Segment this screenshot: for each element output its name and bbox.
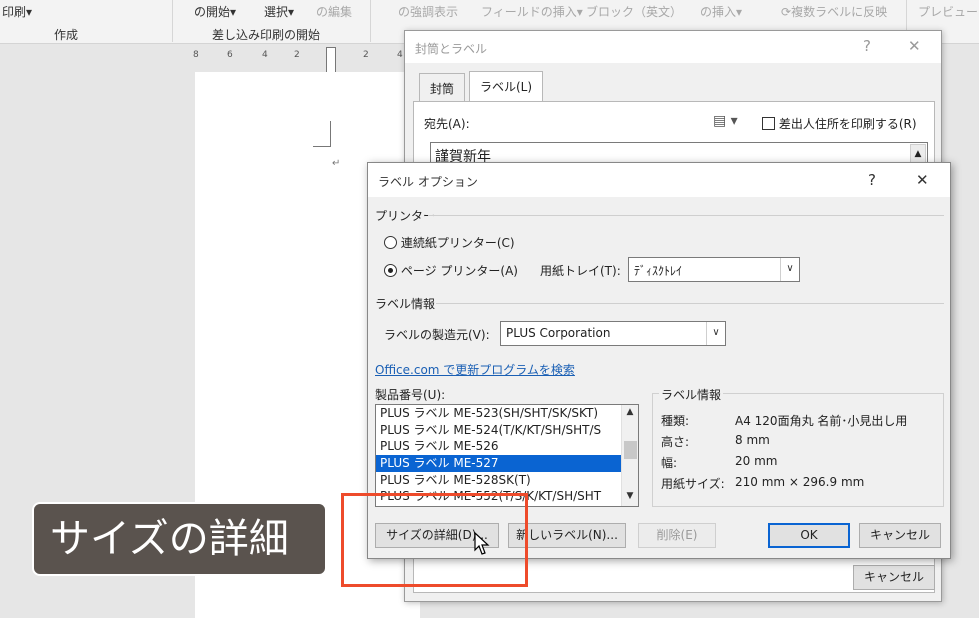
dialog-titlebar: 封筒とラベル ? ✕ bbox=[405, 31, 941, 63]
list-item[interactable]: PLUS ラベル ME-526 bbox=[376, 438, 622, 455]
ruler-tick: 2 bbox=[363, 50, 369, 60]
page-printer-radio[interactable]: ページ プリンター(A) bbox=[384, 262, 518, 279]
scroll-down-icon[interactable]: ▼ bbox=[622, 491, 638, 501]
ruler-tick: 4 bbox=[262, 50, 268, 60]
update-labels-button[interactable]: ⟳複数ラベルに反映 bbox=[781, 3, 887, 20]
group-label-create: 作成 bbox=[54, 28, 79, 42]
print-button[interactable]: 印刷▾ bbox=[2, 3, 32, 20]
preview-results-button[interactable]: プレビュー bbox=[918, 3, 978, 20]
crop-mark bbox=[330, 121, 331, 147]
refresh-icon: ⟳ bbox=[781, 5, 792, 19]
address-block-button[interactable]: ブロック（英文） bbox=[586, 3, 682, 20]
indent-marker[interactable] bbox=[326, 47, 336, 73]
product-list[interactable]: PLUS ラベル ME-523(SH/SHT/SK/SKT) PLUS ラベル … bbox=[375, 404, 639, 507]
info-key-paper-size: 用紙サイズ: bbox=[661, 477, 725, 491]
dialog-title: ラベル オプション bbox=[378, 175, 478, 189]
scrollbar-thumb[interactable] bbox=[624, 441, 637, 459]
list-item-selected[interactable]: PLUS ラベル ME-527 bbox=[376, 455, 622, 472]
edit-recipients-button[interactable]: の編集 bbox=[316, 3, 352, 20]
ruler-tick: 4 bbox=[397, 50, 403, 60]
label-info-section-title: ラベル情報 bbox=[375, 297, 436, 311]
checkbox-icon bbox=[762, 117, 775, 130]
scroll-up-icon[interactable]: ▲ bbox=[622, 407, 638, 417]
info-value-width: 20 mm bbox=[735, 454, 778, 468]
list-item[interactable]: PLUS ラベル ME-523(SH/SHT/SK/SKT) bbox=[376, 405, 622, 422]
info-value-type: A4 120面角丸 名前･小見出し用 bbox=[735, 414, 908, 428]
info-value-paper-size: 210 mm × 296.9 mm bbox=[735, 475, 865, 489]
radio-checked-icon bbox=[384, 264, 397, 277]
print-return-checkbox[interactable]: 差出人住所を印刷する(R) bbox=[762, 115, 917, 132]
radio-unchecked-icon bbox=[384, 236, 397, 249]
ok-button[interactable]: OK bbox=[768, 523, 850, 548]
printer-section-title: プリンター bbox=[375, 209, 436, 223]
dialog-title: 封筒とラベル bbox=[415, 42, 488, 56]
env-cancel-button[interactable]: キャンセル bbox=[853, 565, 935, 590]
product-number-label: 製品番号(U): bbox=[375, 388, 446, 402]
group-separator bbox=[172, 0, 173, 42]
close-button[interactable]: ✕ bbox=[908, 37, 921, 55]
label-info-title: ラベル情報 bbox=[659, 386, 724, 403]
insert-field-button[interactable]: フィールドの挿入▾ bbox=[481, 3, 583, 20]
help-button[interactable]: ? bbox=[868, 171, 876, 189]
insert-merge-field-button[interactable]: の挿入▾ bbox=[700, 3, 742, 20]
address-label: 宛先(A): bbox=[424, 117, 470, 131]
tray-label: 用紙トレイ(T): bbox=[540, 264, 621, 278]
address-book-icon[interactable]: ▤ ▾ bbox=[713, 113, 738, 129]
info-key-type: 種類: bbox=[661, 414, 690, 428]
highlight-fields-button[interactable]: の強調表示 bbox=[398, 3, 458, 20]
callout-caption: サイズの詳細 bbox=[32, 502, 327, 576]
tab-envelopes[interactable]: 封筒 bbox=[419, 73, 466, 101]
list-item[interactable]: PLUS ラベル ME-524(T/K/KT/SH/SHT/S bbox=[376, 422, 622, 439]
continuous-printer-radio[interactable]: 連続紙プリンター(C) bbox=[384, 234, 515, 251]
update-check-link[interactable]: Office.com で更新プログラムを検索 bbox=[375, 361, 575, 378]
group-separator bbox=[370, 0, 371, 42]
mouse-cursor-icon bbox=[474, 532, 490, 555]
tab-labels[interactable]: ラベル(L) bbox=[469, 71, 544, 101]
close-button[interactable]: ✕ bbox=[916, 171, 929, 189]
vendor-label: ラベルの製造元(V): bbox=[384, 328, 490, 342]
cancel-button[interactable]: キャンセル bbox=[859, 523, 941, 548]
dialog-titlebar: ラベル オプション ? ✕ bbox=[368, 163, 950, 197]
help-button[interactable]: ? bbox=[863, 37, 871, 55]
ruler-tick: 2 bbox=[294, 50, 300, 60]
select-recipients-button[interactable]: 選択▾ bbox=[264, 3, 294, 20]
delete-button[interactable]: 削除(E) bbox=[638, 523, 716, 548]
start-mailmerge-button[interactable]: の開始▾ bbox=[194, 3, 236, 20]
horizontal-ruler: 8 6 4 2 2 4 bbox=[193, 50, 423, 64]
label-info-box: ラベル情報 種類: A4 120面角丸 名前･小見出し用 高さ: 8 mm 幅:… bbox=[652, 386, 944, 507]
info-key-height: 高さ: bbox=[661, 435, 690, 449]
group-label-mailmerge: 差し込み印刷の開始 bbox=[212, 28, 321, 42]
scroll-up-icon[interactable]: ▲ bbox=[910, 144, 926, 164]
list-item[interactable]: PLUS ラベル ME-528SK(T) bbox=[376, 472, 622, 489]
paragraph-mark-icon: ↵ bbox=[332, 158, 341, 169]
vendor-select[interactable]: PLUS Corporation ∨ bbox=[500, 321, 726, 346]
highlight-box bbox=[341, 493, 528, 587]
info-key-width: 幅: bbox=[661, 456, 678, 470]
list-scrollbar[interactable]: ▲ ▼ bbox=[621, 405, 638, 506]
crop-mark bbox=[313, 146, 331, 147]
section-divider bbox=[428, 215, 944, 216]
ruler-tick: 8 bbox=[193, 50, 199, 60]
chevron-down-icon: ∨ bbox=[780, 258, 799, 281]
section-divider bbox=[436, 303, 944, 304]
tray-select[interactable]: ﾃﾞｨｽｸﾄﾚｲ ∨ bbox=[628, 257, 800, 282]
info-value-height: 8 mm bbox=[735, 433, 770, 447]
ruler-tick: 6 bbox=[227, 50, 233, 60]
chevron-down-icon: ∨ bbox=[706, 322, 725, 345]
